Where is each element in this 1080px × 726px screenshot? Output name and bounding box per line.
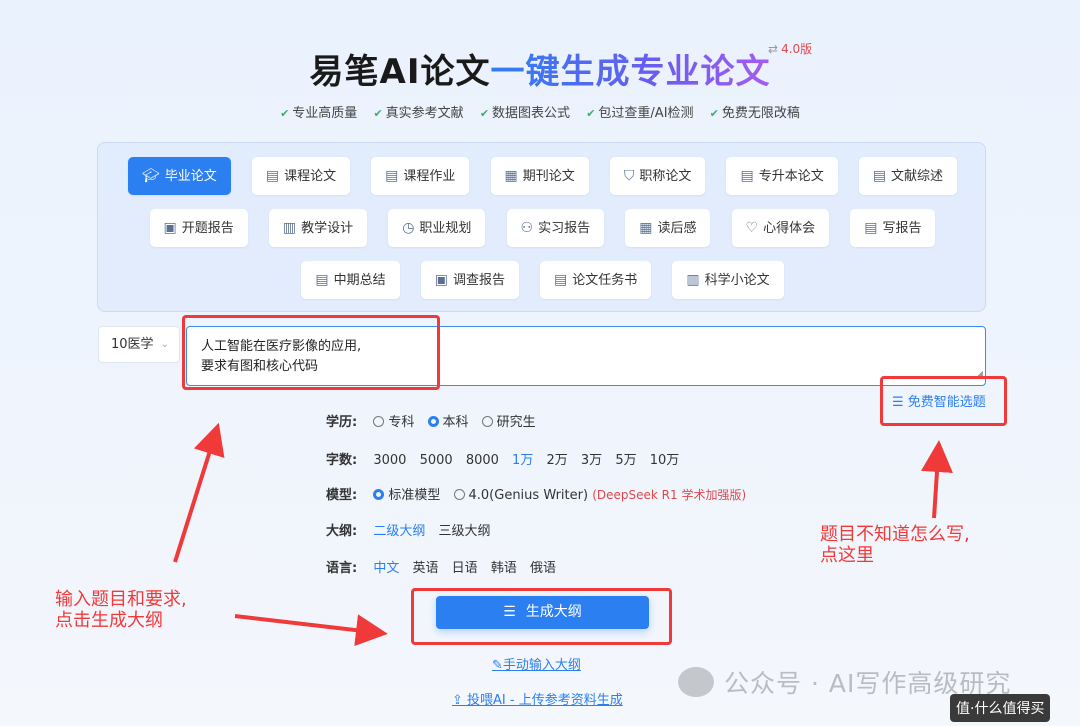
arrow-to-free-topic <box>921 440 953 519</box>
annotation-text-input: 输入题目和要求, 点击生成大纲 <box>55 589 187 631</box>
annotation-text-topic: 题目不知道怎么写, 点这里 <box>820 524 970 566</box>
wechat-icon <box>678 667 714 697</box>
corner-logo: 值·什么值得买 <box>950 694 1051 722</box>
arrow-to-topic <box>173 422 225 563</box>
arrow-to-generate <box>234 614 388 647</box>
